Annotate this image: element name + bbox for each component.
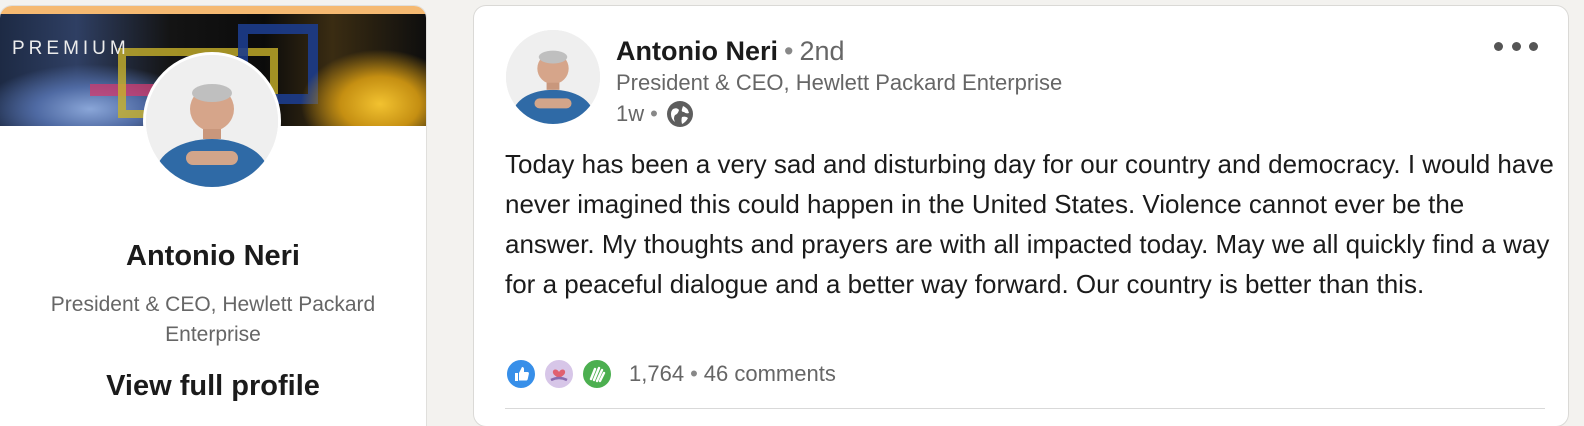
reaction-icons[interactable] — [505, 358, 619, 390]
profile-name[interactable]: Antonio Neri — [0, 240, 426, 273]
like-icon — [505, 358, 537, 390]
premium-bar — [0, 6, 426, 14]
separator-dot: • — [784, 36, 794, 66]
divider — [505, 408, 1545, 409]
premium-label: PREMIUM — [12, 38, 130, 59]
author-avatar[interactable] — [506, 30, 600, 124]
dot-icon — [1494, 41, 1503, 51]
celebrate-icon — [581, 358, 613, 390]
author-name[interactable]: Antonio Neri — [616, 36, 778, 66]
profile-card: PREMIUM Antonio Neri President & CEO, He… — [0, 6, 426, 426]
support-icon — [543, 358, 575, 390]
dot-icon — [1529, 41, 1538, 51]
profile-avatar[interactable] — [143, 52, 281, 190]
view-full-profile-link[interactable]: View full profile — [0, 370, 426, 403]
author-headline: President & CEO, Hewlett Packard Enterpr… — [616, 70, 1063, 95]
profile-headline: President & CEO, Hewlett Packard Enterpr… — [50, 293, 376, 346]
post-body-text: Today has been a very sad and disturbing… — [505, 149, 1554, 299]
author-line: Antonio Neri • 2nd — [616, 34, 845, 68]
globe-icon — [666, 100, 694, 128]
connection-degree: 2nd — [799, 36, 845, 66]
separator-dot: • — [690, 361, 698, 386]
more-options-button[interactable] — [1494, 32, 1538, 60]
post-timestamp: 1w — [616, 101, 645, 126]
separator-dot: • — [650, 101, 658, 126]
social-counts: 1,764 • 46 comments — [505, 358, 836, 390]
comments-count[interactable]: 46 comments — [704, 361, 836, 387]
dot-icon — [1511, 41, 1521, 51]
post-card: Antonio Neri • 2nd President & CEO, Hewlet… — [474, 6, 1568, 426]
reactions-count[interactable]: 1,764 — [629, 361, 684, 387]
post-meta: 1w • — [616, 100, 694, 128]
